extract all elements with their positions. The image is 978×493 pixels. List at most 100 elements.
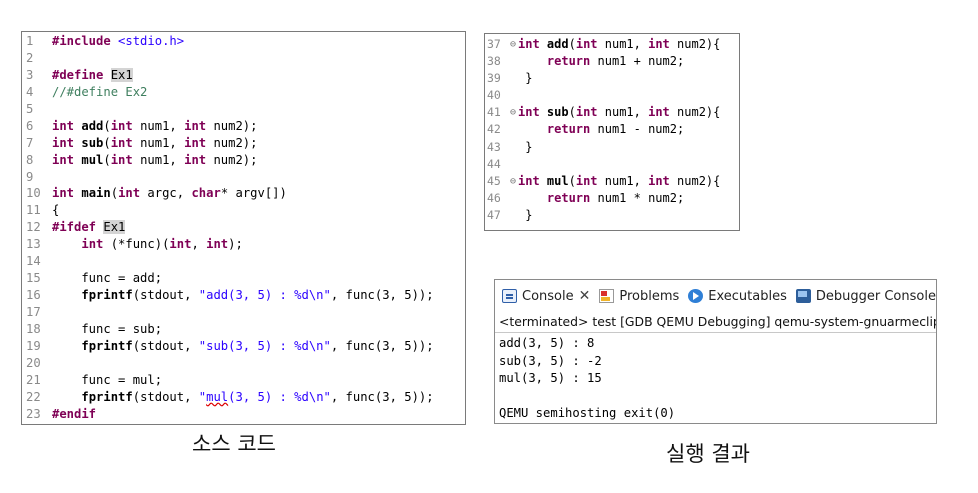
macro-highlight: Ex1 — [110, 67, 133, 82]
code-line: 44 — [485, 156, 739, 173]
line-number: 12 — [26, 220, 41, 235]
console-icon — [502, 289, 517, 303]
problems-icon — [599, 289, 615, 303]
line-number: 1 — [26, 34, 34, 48]
line-number: 39 — [487, 71, 501, 86]
tab-problems[interactable]: Problems — [599, 289, 679, 304]
code-line: 9 — [22, 169, 465, 186]
directive: #ifdef — [52, 220, 97, 235]
line-number: 46 — [487, 190, 501, 205]
code-line: 12 #ifdef Ex1 — [22, 219, 465, 236]
execution-result-caption: 실행 결과 — [666, 442, 750, 466]
tab-executables-label: Executables — [708, 288, 787, 304]
code-line: 16 fprintf(stdout, "add(3, 5) : %d\n", f… — [22, 287, 465, 304]
line-number: 11 — [26, 203, 41, 218]
code-line: 45 ⊖ int mul(int num1, int num2){ — [485, 173, 739, 190]
code-line: 18 func = sub; — [22, 321, 465, 338]
line-number: 13 — [26, 237, 41, 252]
line-number: 16 — [26, 288, 41, 303]
code-line: 37 ⊖ int add(int num1, int num2){ — [485, 36, 739, 53]
output-line: QEMU semihosting exit(0) — [499, 406, 676, 420]
comment: //#define Ex2 — [52, 84, 148, 99]
line-number: 43 — [487, 139, 501, 154]
output-line: mul(3, 5) : 15 — [499, 371, 602, 385]
executables-icon — [688, 289, 704, 303]
code-line: 17 — [22, 304, 465, 321]
output-line: add(3, 5) : 8 — [499, 336, 595, 350]
code-line: 2 — [22, 50, 465, 67]
code-line: 21 func = mul; — [22, 372, 465, 389]
code-line: 8 int mul(int num1, int num2); — [22, 152, 465, 169]
tab-console[interactable]: Console ✕ — [502, 288, 590, 304]
line-number: 15 — [26, 271, 41, 286]
code-line: 15 func = add; — [22, 270, 465, 287]
code-line: 13 int (*func)(int, int); — [22, 236, 465, 253]
fold-toggle-icon[interactable]: ⊖ — [508, 36, 518, 53]
code-line: 19 fprintf(stdout, "sub(3, 5) : %d\n", f… — [22, 338, 465, 355]
line-number: 23 — [26, 406, 41, 421]
function-name: add — [81, 118, 104, 133]
tab-debugger-console[interactable]: Debugger Console — [795, 288, 936, 304]
line-number: 6 — [26, 118, 34, 133]
line-number: 37 — [487, 37, 501, 51]
fold-toggle-icon[interactable]: ⊖ — [508, 173, 518, 190]
line-number: 10 — [26, 186, 41, 201]
code-line: 22 fprintf(stdout, "mul(3, 5) : %d\n", f… — [22, 389, 465, 406]
directive: #define — [52, 67, 104, 82]
line-number: 22 — [26, 389, 41, 404]
function-name: mul — [81, 152, 104, 167]
line-number: 3 — [26, 67, 34, 82]
string-literal: "sub(3, 5) : %d\n" — [198, 338, 331, 353]
line-number: 2 — [26, 50, 34, 65]
console-status-line: <terminated> test [GDB QEMU Debugging] q… — [495, 312, 936, 333]
code-line: 38 return num1 + num2; — [485, 53, 739, 70]
code-line: 1 #include <stdio.h> — [22, 33, 465, 50]
code-line: 40 — [485, 87, 739, 104]
line-number: 14 — [26, 254, 41, 269]
code-line: 20 — [22, 355, 465, 372]
code-line: 39 } — [485, 70, 739, 87]
code-line: 3 #define Ex1 — [22, 67, 465, 84]
line-number: 45 — [487, 173, 501, 188]
close-icon[interactable]: ✕ — [579, 288, 591, 304]
line-number: 17 — [26, 305, 41, 319]
tab-console-label: Console — [522, 288, 574, 304]
line-number: 41 — [487, 105, 501, 120]
console-panel: Console ✕ Problems Executables Debugger … — [494, 279, 937, 424]
fold-toggle-icon[interactable]: ⊖ — [508, 104, 518, 121]
line-number: 44 — [487, 156, 501, 171]
console-output[interactable]: add(3, 5) : 8 sub(3, 5) : -2 mul(3, 5) :… — [495, 333, 936, 423]
code-line: 23 #endif — [22, 406, 465, 423]
code-line: 4 //#define Ex2 — [22, 84, 465, 101]
code-line: 42 return num1 - num2; — [485, 121, 739, 138]
code-line: 5 — [22, 101, 465, 118]
code-line: 47 } — [485, 207, 739, 224]
source-code-caption: 소스 코드 — [192, 432, 276, 456]
line-number: 38 — [487, 54, 501, 69]
line-number: 19 — [26, 338, 41, 353]
console-tab-bar: Console ✕ Problems Executables Debugger … — [495, 280, 936, 312]
function-name: main — [81, 186, 111, 201]
spellcheck-underline: mul — [206, 389, 229, 404]
tab-debugger-console-label: Debugger Console — [815, 288, 936, 304]
line-number: 4 — [26, 84, 34, 99]
source-code-editor[interactable]: 1 #include <stdio.h> 2 3 #define Ex1 4 //#d… — [21, 31, 466, 425]
line-number: 42 — [487, 122, 501, 137]
macro-highlight: Ex1 — [103, 220, 126, 235]
code-line: 41 ⊖ int sub(int num1, int num2){ — [485, 104, 739, 121]
code-line: 11{ — [22, 202, 465, 219]
line-number: 8 — [26, 152, 34, 167]
directive: #endif — [52, 406, 97, 421]
function-name: sub — [81, 135, 104, 150]
line-number: 5 — [26, 101, 34, 116]
directive: #include — [52, 34, 111, 48]
code-line: 7 int sub(int num1, int num2); — [22, 135, 465, 152]
code-line: 6 int add(int num1, int num2); — [22, 118, 465, 135]
function-definitions-editor[interactable]: 37 ⊖ int add(int num1, int num2){ 38 retur… — [484, 33, 740, 231]
code-line: 46 return num1 * num2; — [485, 190, 739, 207]
code-line: 10 int main(int argc, char* argv[]) — [22, 185, 465, 202]
debugger-console-icon — [795, 289, 811, 303]
tab-executables[interactable]: Executables — [688, 289, 787, 304]
string-literal: "add(3, 5) : %d\n" — [198, 288, 331, 303]
